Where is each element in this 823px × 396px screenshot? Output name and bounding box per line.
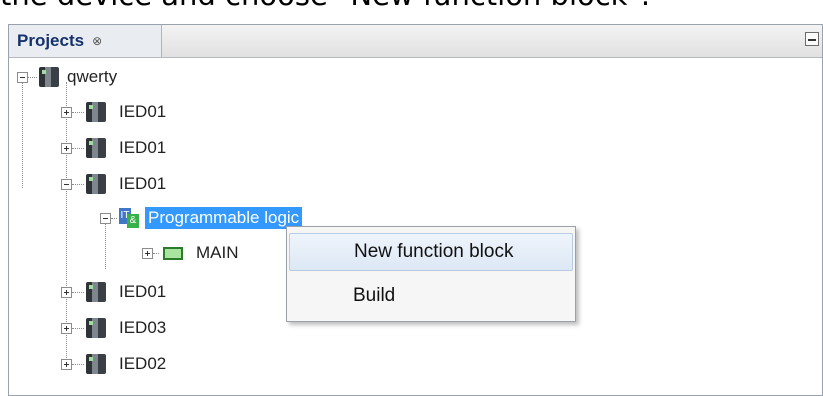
collapse-icon[interactable] [17, 71, 28, 83]
tab-projects[interactable]: Projects ⊗ [9, 25, 162, 57]
panel-header: Projects ⊗ [9, 25, 822, 58]
tree-label: IED03 [119, 318, 167, 337]
expand-icon[interactable] [61, 142, 72, 154]
function-block-icon [163, 246, 183, 260]
device-icon [86, 174, 106, 194]
menu-item-new-function-block[interactable]: New function block [289, 233, 573, 271]
expand-icon[interactable] [61, 286, 72, 298]
collapse-icon[interactable] [100, 212, 111, 224]
tree-label: MAIN [196, 243, 239, 262]
tree-item-ied[interactable]: IED02 [61, 349, 166, 379]
device-icon [39, 67, 59, 87]
tree-item-ied[interactable]: IED01 [61, 277, 166, 307]
tree-label: IED01 [119, 174, 167, 193]
device-icon [86, 282, 106, 302]
instruction-caption: the device and choose "New function bloc… [0, 0, 650, 12]
tree-label: IED01 [119, 282, 167, 301]
projects-panel: Projects ⊗ qwerty IED01 IED01 IED01 IT &… [8, 24, 823, 396]
tree-item-root[interactable]: qwerty [17, 62, 117, 92]
expand-icon[interactable] [61, 322, 72, 334]
collapse-icon[interactable] [61, 178, 72, 190]
expand-icon[interactable] [142, 247, 153, 259]
tree-item-ied[interactable]: IED01 [61, 169, 166, 199]
expand-icon[interactable] [61, 106, 72, 118]
tree-item-programmable-logic[interactable]: IT & Programmable logic [100, 203, 303, 233]
logic-icon: IT & [119, 208, 139, 228]
minimize-icon[interactable] [805, 32, 819, 46]
menu-item-build[interactable]: Build [289, 277, 573, 315]
tree-label: qwerty [67, 67, 118, 86]
tree-item-ied[interactable]: IED01 [61, 133, 166, 163]
tree-item-main[interactable]: MAIN [142, 238, 239, 268]
tree-label: IED02 [119, 354, 167, 373]
device-icon [86, 102, 106, 122]
expand-icon[interactable] [61, 358, 72, 370]
device-icon [86, 138, 106, 158]
device-icon [86, 354, 106, 374]
tree-item-ied[interactable]: IED01 [61, 97, 166, 127]
close-icon[interactable]: ⊗ [92, 34, 102, 48]
tree-label-selected: Programmable logic [145, 207, 303, 229]
tree-item-ied[interactable]: IED03 [61, 313, 166, 343]
context-menu: New function block Build [286, 226, 576, 322]
device-icon [86, 318, 106, 338]
tree-label: IED01 [119, 138, 167, 157]
tree-label: IED01 [119, 102, 167, 121]
tab-label: Projects [17, 31, 85, 50]
